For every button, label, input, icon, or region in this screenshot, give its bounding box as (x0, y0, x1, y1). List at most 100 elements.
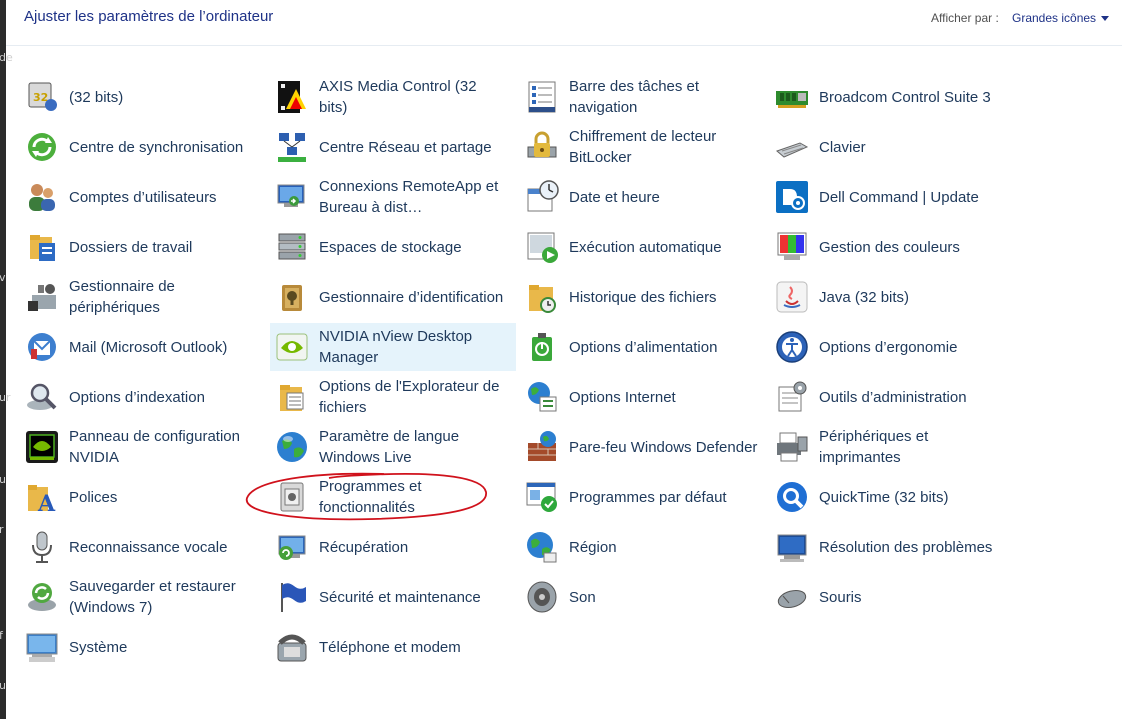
control-panel-item[interactable]: Options d’indexation (20, 373, 266, 421)
control-panel-item[interactable]: Souris (770, 573, 1016, 621)
edge-text: r (0, 523, 4, 536)
control-panel-item[interactable]: Outils d’administration (770, 373, 1016, 421)
firewall-icon (524, 429, 560, 465)
view-by-value: Grandes icônes (1012, 11, 1097, 25)
control-panel-item[interactable]: Téléphone et modem (270, 623, 516, 671)
control-panel-item-label: Reconnaissance vocale (69, 538, 228, 556)
control-panel-item[interactable]: Comptes d’utilisateurs (20, 173, 266, 221)
control-panel-item[interactable]: Région (520, 523, 766, 571)
ease-of-access-icon (774, 329, 810, 365)
control-panel-item[interactable]: Options d’alimentation (520, 323, 766, 371)
control-panel-item[interactable]: Options Internet (520, 373, 766, 421)
control-panel-item-label: Polices (69, 488, 118, 506)
control-panel-item[interactable]: Exécution automatique (520, 223, 766, 271)
nvidia-panel-icon (24, 429, 60, 465)
control-panel-item[interactable]: QuickTime (32 bits) (770, 473, 1016, 521)
java-icon (774, 279, 810, 315)
flag-icon (274, 579, 310, 615)
device-manager-icon (24, 279, 60, 315)
control-panel-item-label: Clavier (819, 138, 866, 156)
file-history-icon (524, 279, 560, 315)
control-panel-item[interactable]: Options de l'Explorateur de fichiers (270, 373, 516, 421)
control-panel-item[interactable]: Système (20, 623, 266, 671)
control-panel-item-label: Système (69, 638, 128, 656)
control-panel-item[interactable]: Chiffrement de lecteur BitLocker (520, 123, 766, 171)
control-panel-item-label: Comptes d’utilisateurs (69, 188, 217, 206)
explorer-options-icon (274, 379, 310, 415)
control-panel-item-label: Outils d’administration (819, 388, 967, 406)
microphone-icon (24, 529, 60, 565)
control-panel-item[interactable]: Broadcom Control Suite 3 (770, 73, 1016, 121)
control-panel-item[interactable]: Options d’ergonomie (770, 323, 1016, 371)
control-panel-item-label: Options d’indexation (69, 388, 205, 406)
control-panel-item[interactable]: Connexions RemoteApp et Bureau à dist… (270, 173, 516, 221)
edge-text: ur (0, 391, 11, 404)
control-panel-item[interactable]: Centre Réseau et partage (270, 123, 516, 171)
control-panel-item-label: Barre des tâches et navigation (569, 78, 700, 116)
control-panel-item[interactable]: Espaces de stockage (270, 223, 516, 271)
control-panel-item[interactable]: Pare-feu Windows Defender (520, 423, 766, 471)
background-window-edge: de v ur u r f u (0, 0, 13, 719)
control-panel-item-label: Dossiers de travail (69, 238, 193, 256)
control-panel-item[interactable]: A Polices (20, 473, 266, 521)
control-panel-item-label: (32 bits) (69, 88, 124, 106)
user-accounts-icon (24, 179, 60, 215)
control-panel-item[interactable]: Dell Command | Update (770, 173, 1016, 221)
control-panel-header: Ajuster les paramètres de l’ordinateur A… (6, 0, 1122, 46)
control-panel-item[interactable]: Dossiers de travail (20, 223, 266, 271)
control-panel-item[interactable]: Paramètre de langue Windows Live (270, 423, 516, 471)
control-panel-item[interactable]: Programmes et fonctionnalités (270, 473, 516, 521)
control-panel-item-label: Périphériques et imprimantes (819, 428, 929, 466)
mail-icon (24, 329, 60, 365)
control-panel-item[interactable]: Reconnaissance vocale (20, 523, 266, 571)
svg-text:A: A (37, 491, 56, 515)
mouse-icon (774, 579, 810, 615)
storage-spaces-icon (274, 229, 310, 265)
control-panel-item[interactable]: AXIS Media Control (32 bits) (270, 73, 516, 121)
indexing-options-icon (24, 379, 60, 415)
control-panel-item-label: Programmes par défaut (569, 488, 727, 506)
fonts-icon: A (24, 479, 60, 515)
work-folders-icon (24, 229, 60, 265)
globe-language-icon (274, 429, 310, 465)
control-panel-item-label: Centre Réseau et partage (319, 138, 492, 156)
control-panel-item[interactable]: Gestion des couleurs (770, 223, 1016, 271)
control-panel-item-label: Programmes et fonctionnalités (319, 478, 422, 516)
control-panel-item[interactable]: Mail (Microsoft Outlook) (20, 323, 266, 371)
control-panel-item-label: Sécurité et maintenance (319, 588, 481, 606)
control-panel-item[interactable]: Clavier (770, 123, 1016, 171)
remoteapp-icon (274, 179, 310, 215)
control-panel-item[interactable]: Résolution des problèmes (770, 523, 1016, 571)
view-by-dropdown[interactable]: Grandes icônes (1012, 11, 1110, 25)
control-panel-item[interactable]: Sécurité et maintenance (270, 573, 516, 621)
control-panel-item[interactable]: Sauvegarder et restaurer (Windows 7) (20, 573, 266, 621)
control-panel-item-label: Pare-feu Windows Defender (569, 438, 758, 456)
control-panel-item[interactable]: Gestionnaire de périphériques (20, 273, 266, 321)
control-panel-item[interactable]: Son (520, 573, 766, 621)
control-panel-item[interactable]: Programmes par défaut (520, 473, 766, 521)
control-panel-item[interactable]: Centre de synchronisation (20, 123, 266, 171)
edge-text: de (0, 51, 13, 64)
control-panel-item[interactable]: Gestionnaire d’identification (270, 273, 516, 321)
control-panel-item-label: Résolution des problèmes (819, 538, 993, 556)
control-panel-item[interactable]: 32 (32 bits) (20, 73, 266, 121)
control-panel-item-label: Connexions RemoteApp et Bureau à dist… (319, 178, 499, 216)
control-panel-item-label: Gestion des couleurs (819, 238, 960, 256)
sync-center-icon (24, 129, 60, 165)
axis-media-icon (274, 79, 310, 115)
phone-modem-icon (274, 629, 310, 665)
control-panel-item[interactable]: Périphériques et imprimantes (770, 423, 1016, 471)
quicktime-icon (774, 479, 810, 515)
control-panel-item[interactable]: Historique des fichiers (520, 273, 766, 321)
control-panel-item-label: Options de l'Explorateur de fichiers (319, 378, 500, 416)
control-panel-item[interactable]: Date et heure (520, 173, 766, 221)
troubleshooting-icon (774, 529, 810, 565)
control-panel-item[interactable]: Barre des tâches et navigation (520, 73, 766, 121)
control-panel-item-label: Téléphone et modem (319, 638, 461, 656)
control-panel-item[interactable]: Java (32 bits) (770, 273, 1016, 321)
control-panel-item[interactable]: Récupération (270, 523, 516, 571)
control-panel-item-label: Date et heure (569, 188, 660, 206)
control-panel-item[interactable]: NVIDIA nView Desktop Manager (270, 323, 516, 371)
control-panel-item[interactable]: Panneau de configuration NVIDIA (20, 423, 266, 471)
control-panel-item-label: Java (32 bits) (819, 288, 910, 306)
